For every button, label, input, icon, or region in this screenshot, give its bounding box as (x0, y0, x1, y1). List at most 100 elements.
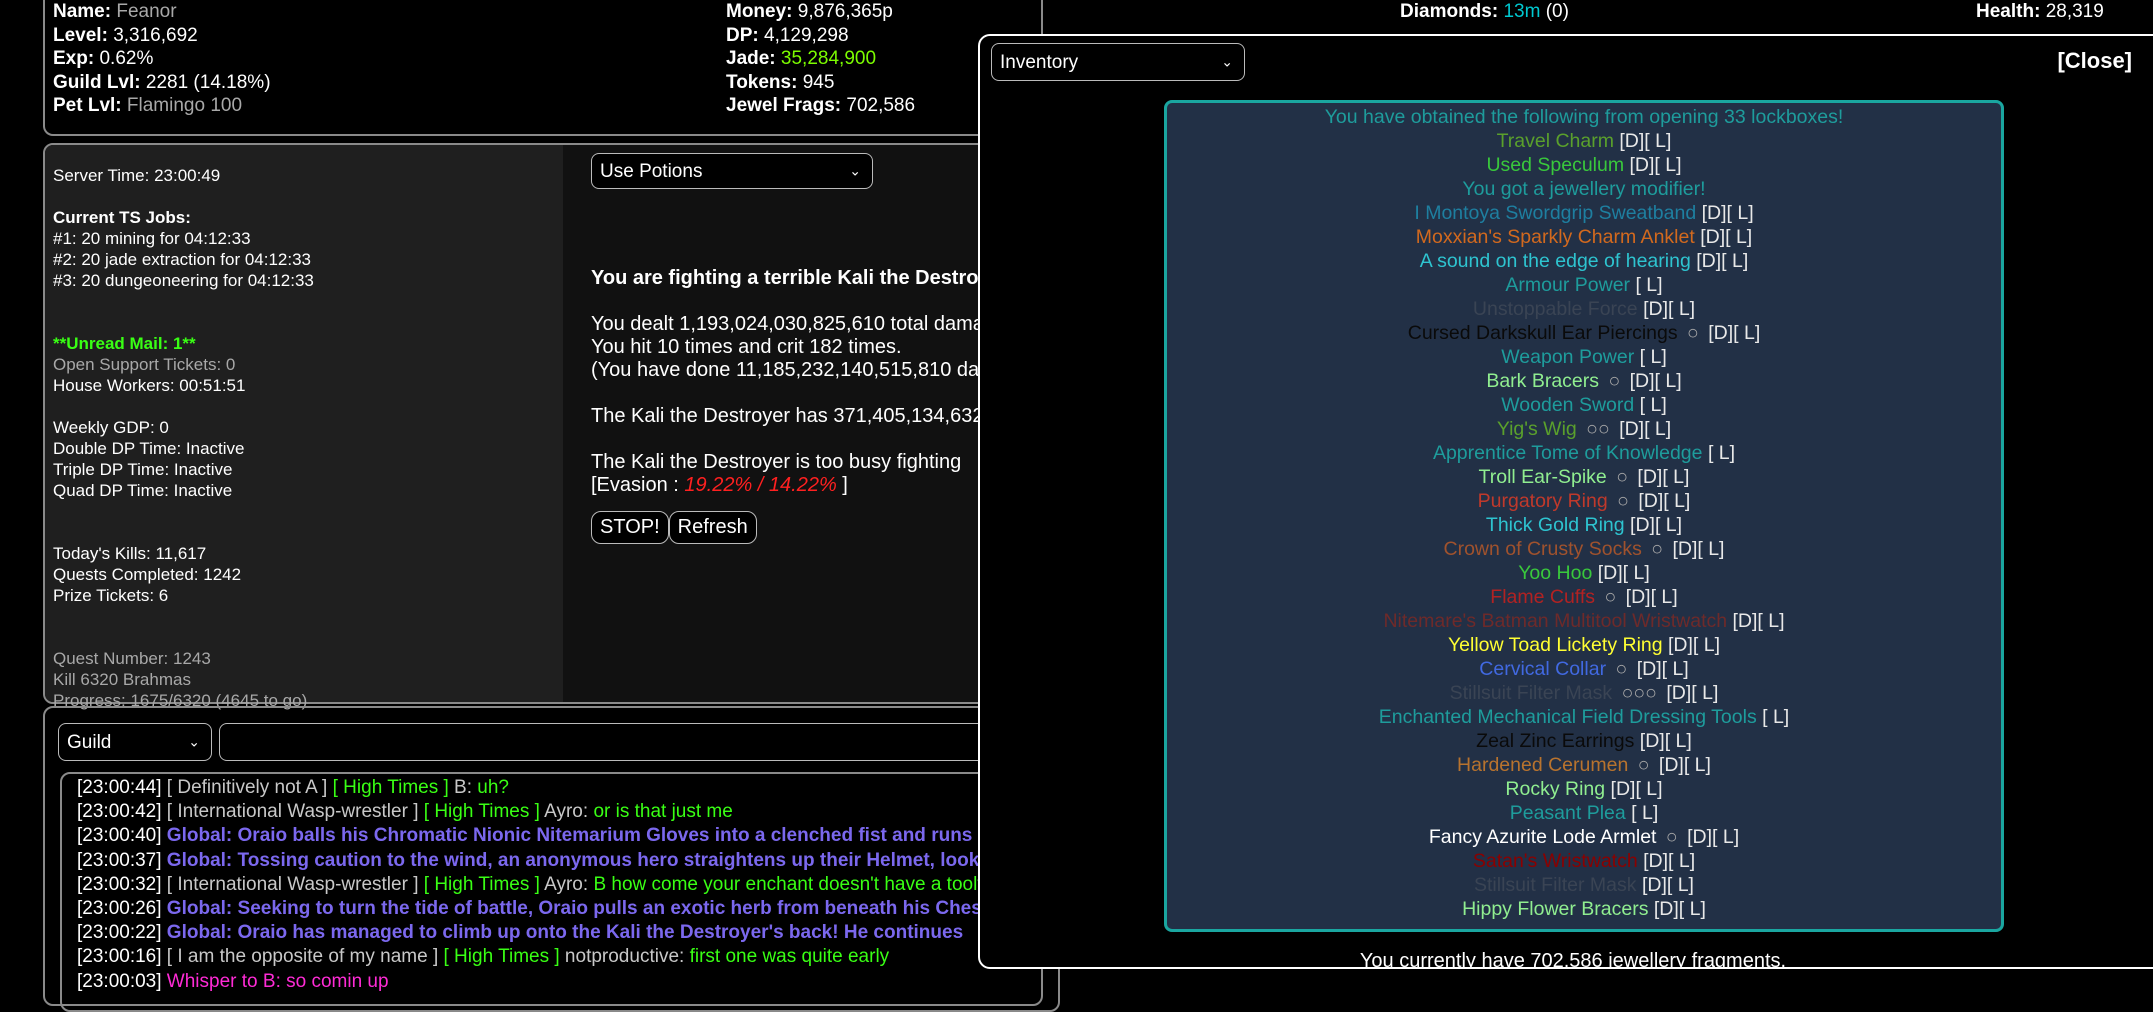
loot-item-actions[interactable]: [D][ L] (1708, 322, 1760, 344)
loot-item-actions[interactable]: [ L] (1631, 802, 1658, 824)
loot-item-actions[interactable]: [D][ L] (1630, 514, 1682, 536)
loot-item-actions[interactable]: [D][ L] (1637, 466, 1689, 488)
loot-item-name[interactable]: Troll Ear-Spike (1479, 466, 1607, 488)
stat-value: 702,586 (846, 95, 916, 116)
loot-item-name[interactable]: Armour Power (1505, 274, 1630, 296)
loot-item-actions[interactable]: [D][ L] (1668, 634, 1720, 656)
loot-item-actions[interactable]: [D][ L] (1687, 826, 1739, 848)
health-value: 28,319 (2045, 1, 2104, 22)
loot-item-actions[interactable]: [D][ L] (1642, 874, 1694, 896)
loot-item-actions[interactable]: [ L] (1708, 442, 1735, 464)
potion-select[interactable]: Use Potions (591, 153, 873, 189)
loot-item: Crown of Crusty Socks ○ [D][ L] (1167, 537, 2001, 561)
loot-item-actions[interactable]: [D][ L] (1733, 610, 1785, 632)
loot-item-actions[interactable]: [D][ L] (1630, 154, 1682, 176)
loot-item-name[interactable]: You got a jewellery modifier! (1462, 178, 1705, 200)
loot-item-name[interactable]: Flame Cuffs (1490, 586, 1595, 608)
loot-item-actions[interactable]: [D][ L] (1626, 586, 1678, 608)
loot-item-actions[interactable]: [D][ L] (1702, 202, 1754, 224)
loot-item: Zeal Zinc Earrings [D][ L] (1167, 729, 2001, 753)
loot-item-actions[interactable]: [D][ L] (1619, 418, 1671, 440)
loot-item-name[interactable]: Cervical Collar (1479, 658, 1606, 680)
chat-segment: [ High Times ] (423, 873, 540, 895)
potion-select-wrap[interactable]: Use Potions ⌄ (591, 153, 873, 189)
loot-item-name[interactable]: Unstoppable Force (1473, 298, 1638, 320)
loot-item-name[interactable]: Rocky Ring (1505, 778, 1605, 800)
hit-count: You hit 10 times and crit 182 times. (591, 336, 902, 358)
inventory-select-wrap[interactable]: Inventory ⌄ (991, 43, 1245, 81)
loot-item-actions[interactable]: [D][ L] (1659, 754, 1711, 776)
main-panel: Server Time: 23:00:49 Current TS Jobs: #… (43, 143, 1043, 710)
close-button[interactable]: [Close] (2057, 48, 2132, 74)
loot-item-actions[interactable]: [D][ L] (1598, 562, 1650, 584)
loot-item-name[interactable]: Bark Bracers (1486, 370, 1599, 392)
chat-segment[interactable]: [ International Wasp-wrestler ] (162, 874, 424, 895)
loot-item-name[interactable]: Yig's Wig (1497, 418, 1577, 440)
loot-item-name[interactable]: Cursed Darkskull Ear Piercings (1408, 322, 1678, 344)
loot-item-actions[interactable]: [D][ L] (1611, 778, 1663, 800)
loot-item-name[interactable]: Hippy Flower Bracers (1462, 898, 1648, 920)
loot-item-name[interactable]: Thick Gold Ring (1486, 514, 1625, 536)
loot-item-actions[interactable]: [D][ L] (1666, 682, 1718, 704)
chat-segment[interactable]: notproductive: (560, 946, 690, 967)
chat-segment[interactable]: [ International Wasp-wrestler ] (162, 801, 424, 822)
loot-item-name[interactable]: Yoo Hoo (1518, 562, 1592, 584)
loot-item-name[interactable]: Stillsuit Filter Mask (1474, 874, 1637, 896)
loot-item-name[interactable]: Peasant Plea (1510, 802, 1626, 824)
channel-select[interactable]: Guild (58, 723, 212, 761)
loot-item-name[interactable]: Fancy Azurite Lode Armlet (1429, 826, 1657, 848)
loot-item-name[interactable]: Purgatory Ring (1478, 490, 1608, 512)
loot-item-name[interactable]: I Montoya Swordgrip Sweatband (1414, 202, 1696, 224)
loot-item-name[interactable]: Wooden Sword (1501, 394, 1634, 416)
unread-mail-link[interactable]: **Unread Mail: 1** (53, 333, 563, 354)
loot-item-actions[interactable]: [D][ L] (1638, 490, 1690, 512)
support-tickets[interactable]: Open Support Tickets: 0 (53, 354, 563, 375)
diamonds-stat: Diamonds: 13m (0) (1400, 0, 1569, 24)
fight-title: You are fighting a terrible Kali the Des… (591, 267, 1016, 289)
loot-item-name[interactable]: Used Speculum (1486, 154, 1624, 176)
loot-item-name[interactable]: Satan's Wristwatch (1473, 850, 1638, 872)
loot-item: A sound on the edge of hearing [D][ L] (1167, 249, 2001, 273)
loot-item-name[interactable]: Nitemare's Batman Multitool Wristwatch (1383, 610, 1727, 632)
refresh-button[interactable]: Refresh (668, 511, 757, 544)
loot-item-actions[interactable]: [D][ L] (1700, 226, 1752, 248)
chat-log: [23:00:44] [ Definitively not A ] [ High… (60, 772, 1060, 1012)
loot-item-name[interactable]: A sound on the edge of hearing (1420, 250, 1691, 272)
chat-segment[interactable]: [ Definitively not A ] (162, 777, 333, 798)
loot-item-actions[interactable]: [D][ L] (1630, 370, 1682, 392)
loot-item-name[interactable]: Moxxian's Sparkly Charm Anklet (1416, 226, 1695, 248)
chat-message: [23:00:22] Global: Oraio has managed to … (77, 921, 1058, 945)
loot-item-name[interactable]: Enchanted Mechanical Field Dressing Tool… (1379, 706, 1757, 728)
loot-item-name[interactable]: Zeal Zinc Earrings (1476, 730, 1634, 752)
loot-item-name[interactable]: Weapon Power (1501, 346, 1634, 368)
loot-item-name[interactable]: Stillsuit Filter Mask (1450, 682, 1613, 704)
loot-item-actions[interactable]: [D][ L] (1696, 250, 1748, 272)
loot-item-actions[interactable]: [D][ L] (1637, 658, 1689, 680)
chat-segment[interactable]: [ I am the opposite of my name ] (162, 946, 444, 967)
chat-segment[interactable]: B: (449, 777, 478, 798)
ts-job: #2: 20 jade extraction for 04:12:33 (53, 250, 312, 269)
quests-completed: Quests Completed: 1242 (53, 565, 242, 584)
loot-item-actions[interactable]: [D][ L] (1619, 130, 1671, 152)
inventory-select[interactable]: Inventory (991, 43, 1245, 81)
loot-item-name[interactable]: Yellow Toad Lickety Ring (1448, 634, 1663, 656)
loot-item-actions[interactable]: [D][ L] (1643, 298, 1695, 320)
loot-item-name[interactable]: Crown of Crusty Socks (1444, 538, 1642, 560)
loot-item-actions[interactable]: [ L] (1635, 274, 1662, 296)
health-label: Health: (1976, 1, 2041, 22)
loot-item-actions[interactable]: [D][ L] (1654, 898, 1706, 920)
chat-segment: [ High Times ] (332, 777, 449, 798)
chat-segment[interactable]: Ayro: (540, 801, 594, 822)
channel-select-wrap[interactable]: Guild ⌄ (58, 723, 212, 761)
loot-item-actions[interactable]: [D][ L] (1672, 538, 1724, 560)
loot-item-actions[interactable]: [ L] (1762, 706, 1789, 728)
loot-item-actions[interactable]: [ L] (1640, 346, 1667, 368)
loot-item-name[interactable]: Travel Charm (1497, 130, 1614, 152)
loot-item-name[interactable]: Apprentice Tome of Knowledge (1433, 442, 1703, 464)
chat-segment[interactable]: Ayro: (540, 874, 594, 895)
loot-item-actions[interactable]: [ L] (1640, 394, 1667, 416)
stop-button[interactable]: STOP! (591, 511, 669, 544)
loot-item-name[interactable]: Hardened Cerumen (1457, 754, 1628, 776)
loot-item-actions[interactable]: [D][ L] (1640, 730, 1692, 752)
loot-item-actions[interactable]: [D][ L] (1643, 850, 1695, 872)
